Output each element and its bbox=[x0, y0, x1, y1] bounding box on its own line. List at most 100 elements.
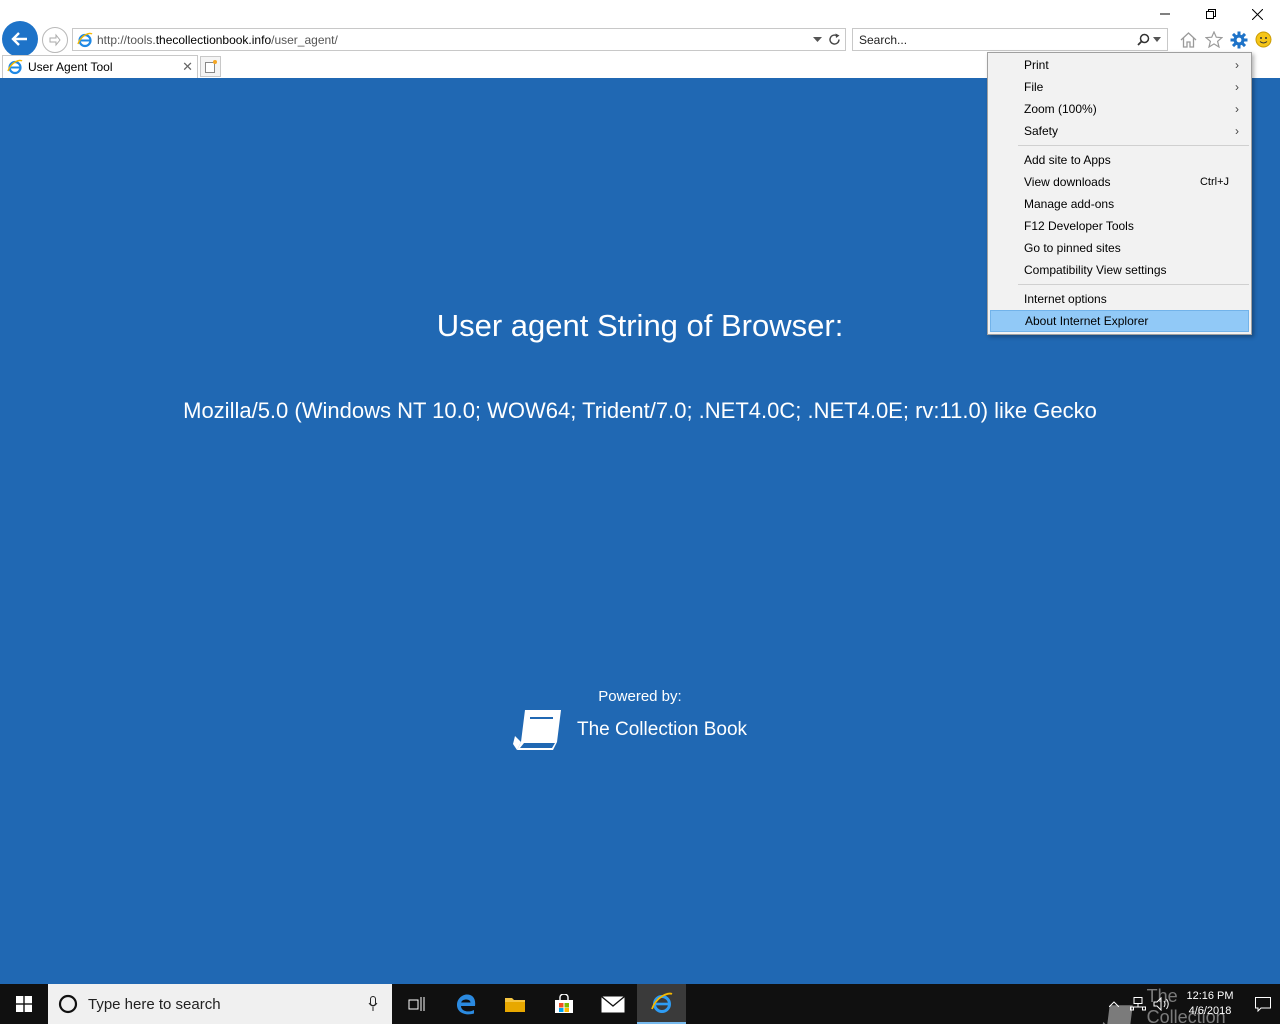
command-icons bbox=[1178, 29, 1274, 50]
minimize-button[interactable] bbox=[1142, 0, 1188, 28]
store-icon bbox=[554, 994, 573, 1013]
menu-item-shortcut: Ctrl+J bbox=[1199, 176, 1229, 188]
chevron-down-icon[interactable] bbox=[1153, 37, 1161, 42]
menu-item-compatibility-view-settings[interactable]: Compatibility View settings bbox=[990, 259, 1249, 281]
edge-icon bbox=[456, 994, 475, 1015]
menu-item-label: Compatibility View settings bbox=[1024, 263, 1167, 277]
speaker-icon bbox=[1153, 997, 1169, 1011]
menu-item-label: About Internet Explorer bbox=[1025, 314, 1149, 328]
search-icon[interactable] bbox=[1137, 33, 1150, 46]
tools-button[interactable] bbox=[1228, 29, 1249, 50]
menu-item-label: F12 Developer Tools bbox=[1024, 219, 1134, 233]
menu-item-add-site-to-apps[interactable]: Add site to Apps bbox=[990, 149, 1249, 171]
menu-item-label: Manage add-ons bbox=[1024, 197, 1115, 211]
address-bar[interactable]: http://tools.thecollectionbook.info/user… bbox=[72, 28, 846, 51]
chevron-right-icon: › bbox=[1235, 124, 1239, 138]
network-icon bbox=[1130, 997, 1146, 1011]
taskbar-search-box[interactable]: Type here to search bbox=[48, 984, 392, 1024]
menu-item-safety[interactable]: Safety › bbox=[990, 120, 1249, 142]
tab-title: User Agent Tool bbox=[28, 60, 113, 74]
chevron-right-icon: › bbox=[1235, 102, 1239, 116]
menu-item-label: Go to pinned sites bbox=[1024, 241, 1121, 255]
close-icon bbox=[1251, 8, 1263, 20]
home-button[interactable] bbox=[1178, 29, 1199, 50]
clock-date: 4/6/2018 bbox=[1188, 1005, 1232, 1017]
ie-favicon-icon bbox=[77, 32, 93, 47]
tools-menu: Print › File › Zoom (100%) › Safety › Add site t… bbox=[987, 52, 1252, 335]
close-button[interactable] bbox=[1234, 0, 1280, 28]
menu-item-go-to-pinned-sites[interactable]: Go to pinned sites bbox=[990, 237, 1249, 259]
menu-item-label: File bbox=[1024, 80, 1044, 94]
mail-icon bbox=[600, 995, 625, 1012]
menu-item-print[interactable]: Print › bbox=[990, 54, 1249, 76]
menu-item-f12-developer-tools[interactable]: F12 Developer Tools bbox=[990, 215, 1249, 237]
action-center-button[interactable] bbox=[1246, 984, 1280, 1024]
menu-separator bbox=[1018, 145, 1249, 146]
store-app[interactable] bbox=[539, 984, 588, 1024]
menu-item-file[interactable]: File › bbox=[990, 76, 1249, 98]
internet-explorer-app[interactable] bbox=[637, 984, 686, 1024]
restore-icon bbox=[1206, 9, 1216, 19]
star-icon bbox=[1204, 31, 1223, 48]
internet-explorer-icon bbox=[650, 992, 672, 1013]
notification-icon bbox=[1255, 996, 1271, 1012]
new-tab-icon bbox=[204, 60, 217, 73]
network-button[interactable] bbox=[1126, 984, 1150, 1024]
menu-item-label: Print bbox=[1024, 58, 1049, 72]
windows-logo-icon bbox=[16, 996, 32, 1012]
forward-arrow-icon bbox=[49, 33, 61, 47]
url-text[interactable]: http://tools.thecollectionbook.info/user… bbox=[97, 33, 338, 47]
user-agent-string: Mozilla/5.0 (Windows NT 10.0; WOW64; Tri… bbox=[183, 398, 1097, 423]
menu-item-about-internet-explorer[interactable]: About Internet Explorer bbox=[990, 310, 1249, 332]
menu-item-label: Add site to Apps bbox=[1024, 153, 1111, 167]
taskbar: Type here to search The Collection Book bbox=[0, 984, 1280, 1024]
window-controls bbox=[1142, 0, 1280, 28]
favorites-button[interactable] bbox=[1203, 29, 1224, 50]
taskbar-search-placeholder: Type here to search bbox=[88, 995, 221, 1013]
clock[interactable]: 12:16 PM 4/6/2018 bbox=[1174, 989, 1246, 1019]
new-tab-button[interactable] bbox=[200, 56, 221, 77]
powered-by-label: Powered by: bbox=[598, 688, 682, 705]
search-input[interactable] bbox=[853, 32, 1123, 47]
smiley-icon bbox=[1255, 31, 1272, 48]
menu-item-label: Zoom (100%) bbox=[1024, 102, 1097, 116]
menu-item-label: Internet options bbox=[1024, 292, 1107, 306]
chevron-right-icon: › bbox=[1235, 80, 1239, 94]
refresh-icon[interactable] bbox=[828, 33, 841, 46]
cortana-icon bbox=[58, 994, 78, 1014]
chevron-right-icon: › bbox=[1235, 58, 1239, 72]
feedback-button[interactable] bbox=[1253, 29, 1274, 50]
tab-user-agent-tool[interactable]: User Agent Tool ✕ bbox=[2, 55, 198, 78]
restore-button[interactable] bbox=[1188, 0, 1234, 28]
clock-time: 12:16 PM bbox=[1186, 990, 1234, 1002]
brand-name: The Collection Book bbox=[577, 719, 748, 740]
volume-button[interactable] bbox=[1150, 984, 1174, 1024]
book-logo-icon bbox=[513, 710, 561, 750]
dropdown-arrow-icon[interactable] bbox=[813, 36, 822, 43]
home-icon bbox=[1180, 31, 1197, 48]
menu-item-label: View downloads bbox=[1024, 175, 1111, 189]
task-view-button[interactable] bbox=[392, 984, 441, 1024]
forward-button[interactable] bbox=[42, 27, 68, 53]
brand-link[interactable]: The Collection Book bbox=[513, 706, 747, 754]
edge-app[interactable] bbox=[441, 984, 490, 1024]
show-hidden-icons-button[interactable] bbox=[1102, 984, 1126, 1024]
menu-item-label: Safety bbox=[1024, 124, 1059, 138]
ie-favicon-icon bbox=[7, 59, 23, 75]
back-button[interactable] bbox=[2, 21, 38, 57]
search-box[interactable] bbox=[852, 28, 1168, 51]
mail-app[interactable] bbox=[588, 984, 637, 1024]
microphone-icon[interactable] bbox=[368, 996, 378, 1012]
menu-item-zoom-100[interactable]: Zoom (100%) › bbox=[990, 98, 1249, 120]
gear-icon bbox=[1230, 31, 1247, 48]
back-arrow-icon bbox=[11, 32, 27, 46]
menu-item-manage-add-ons[interactable]: Manage add-ons bbox=[990, 193, 1249, 215]
menu-item-internet-options[interactable]: Internet options bbox=[990, 288, 1249, 310]
tab-close-icon[interactable]: ✕ bbox=[182, 59, 193, 75]
menu-item-view-downloads[interactable]: View downloads Ctrl+J bbox=[990, 171, 1249, 193]
file-explorer-app[interactable] bbox=[490, 984, 539, 1024]
start-button[interactable] bbox=[0, 984, 48, 1024]
minimize-icon bbox=[1160, 13, 1170, 15]
task-view-icon bbox=[408, 997, 424, 1011]
chevron-up-icon bbox=[1109, 1001, 1119, 1007]
